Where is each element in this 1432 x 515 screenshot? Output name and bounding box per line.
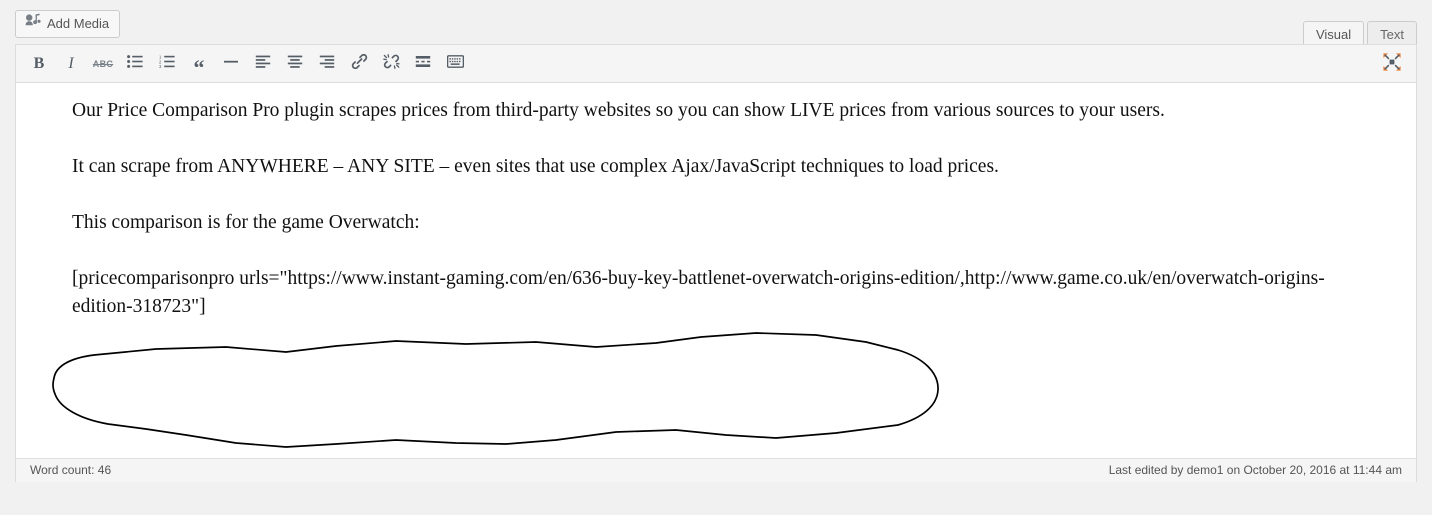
unlink-icon <box>382 53 400 74</box>
post-body[interactable]: Our Price Comparison Pro plugin scrapes … <box>72 97 1372 321</box>
add-media-button[interactable]: Add Media <box>15 10 121 38</box>
bold-button[interactable]: B <box>25 50 53 78</box>
bulleted-list-button[interactable] <box>121 50 149 78</box>
editor-top-row: Add Media Visual Text <box>15 0 1417 48</box>
paragraph-shortcode: [pricecomparisonpro urls="https://www.in… <box>72 268 1325 317</box>
numbered-list-icon: 1 2 3 <box>159 54 175 73</box>
read-more-button[interactable] <box>409 50 437 78</box>
link-icon <box>351 53 368 74</box>
editor-status-bar: Word count: 46 Last edited by demo1 on O… <box>16 458 1416 482</box>
last-edited-label: Last edited by demo1 on October 20, 2016… <box>1108 463 1402 477</box>
add-media-label: Add Media <box>47 16 110 31</box>
strikethrough-icon: ABC <box>92 58 114 69</box>
align-left-icon <box>255 55 271 73</box>
formatting-toolbar: B I ABC 1 2 3 “ <box>16 45 1416 83</box>
editor-shell: B I ABC 1 2 3 “ Our Price Comparison Pro… <box>15 44 1417 482</box>
horizontal-rule-icon <box>223 55 239 73</box>
bold-icon: B <box>33 54 45 72</box>
italic-icon: I <box>68 54 74 72</box>
paragraph-intro: Our Price Comparison Pro plugin scrapes … <box>72 100 1165 121</box>
remove-link-button[interactable] <box>377 50 405 78</box>
italic-button[interactable]: I <box>57 50 85 78</box>
numbered-list-button[interactable]: 1 2 3 <box>153 50 181 78</box>
blockquote-icon: “ <box>193 54 205 80</box>
fullscreen-toggle-button[interactable] <box>1378 50 1406 78</box>
align-right-icon <box>319 55 335 73</box>
read-more-icon <box>415 55 431 73</box>
align-right-button[interactable] <box>313 50 341 78</box>
post-content-area[interactable]: Our Price Comparison Pro plugin scrapes … <box>16 83 1416 458</box>
keyboard-toolbar-icon <box>446 54 464 73</box>
strikethrough-button[interactable]: ABC <box>89 50 117 78</box>
svg-text:3: 3 <box>159 64 162 68</box>
editor-tabs: Visual Text <box>1300 0 1417 48</box>
toolbar-toggle-button[interactable] <box>441 50 469 78</box>
align-center-icon <box>287 55 303 73</box>
hand-drawn-ellipse-annotation <box>52 332 939 448</box>
paragraph-anywhere: It can scrape from ANYWHERE – ANY SITE –… <box>72 156 999 177</box>
insert-link-button[interactable] <box>345 50 373 78</box>
align-left-button[interactable] <box>249 50 277 78</box>
bulleted-list-icon <box>127 54 143 73</box>
media-icon <box>24 11 41 37</box>
horizontal-rule-button[interactable] <box>217 50 245 78</box>
word-count-label: Word count: 46 <box>30 463 112 477</box>
blockquote-button[interactable]: “ <box>185 50 213 78</box>
paragraph-comparison-lead: This comparison is for the game Overwatc… <box>72 212 420 233</box>
align-center-button[interactable] <box>281 50 309 78</box>
fullscreen-icon <box>1382 52 1402 77</box>
